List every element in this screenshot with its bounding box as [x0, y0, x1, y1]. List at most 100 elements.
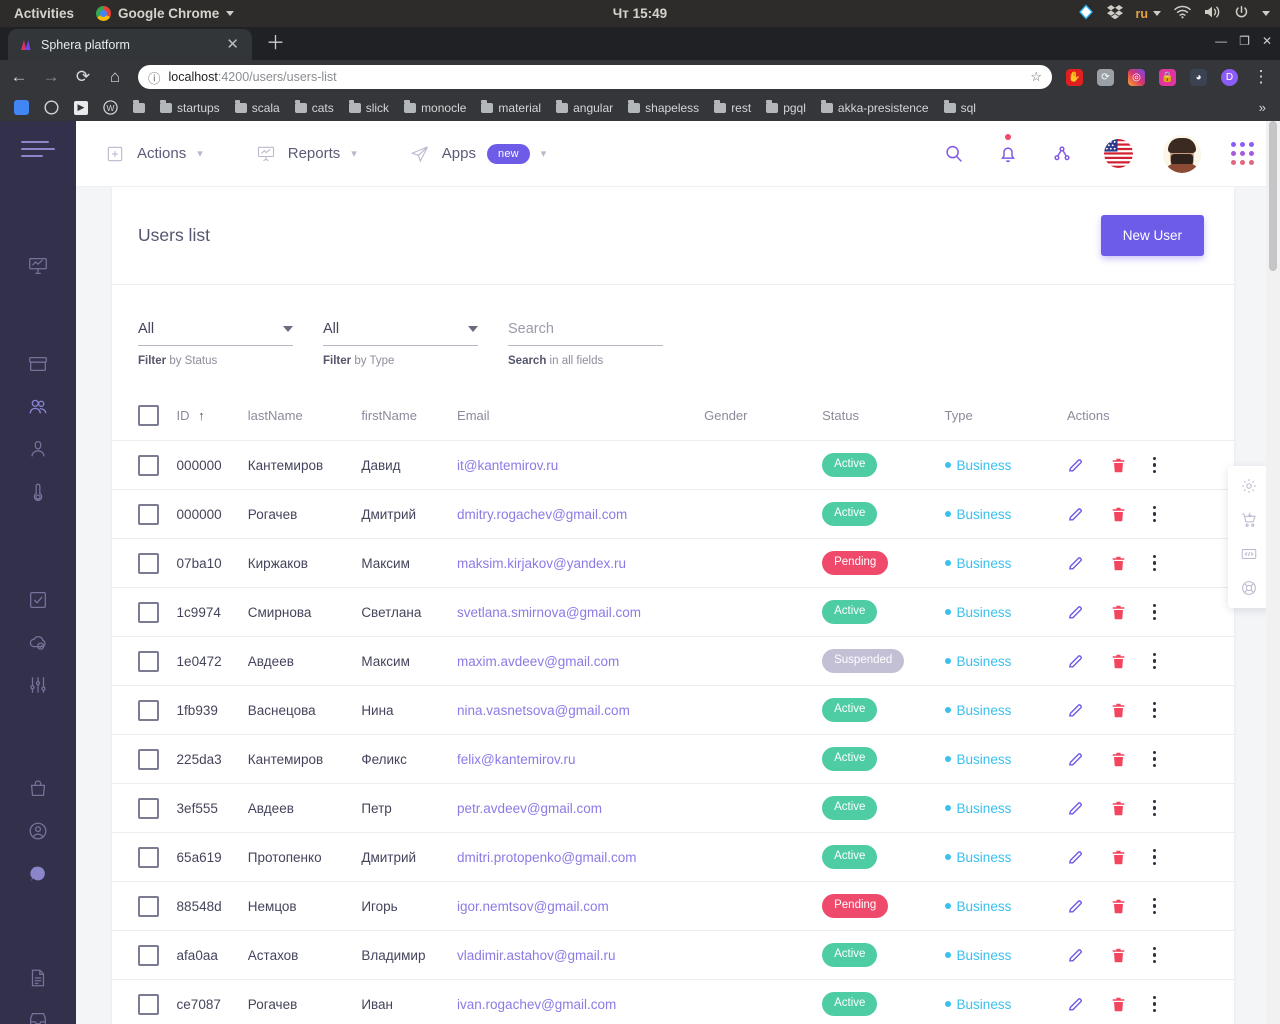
email-link[interactable]: ivan.rogachev@gmail.com — [457, 997, 616, 1012]
instagram-extension-icon[interactable]: ◎ — [1128, 68, 1145, 86]
table-row[interactable]: afa0aa Астахов Владимир vladimir.astahov@gm… — [112, 930, 1234, 980]
bookmark-folder[interactable]: material — [475, 99, 547, 117]
row-checkbox[interactable] — [138, 895, 159, 917]
more-options-icon[interactable] — [1152, 897, 1157, 915]
reload-button[interactable]: ⟳ — [74, 67, 92, 87]
scrollbar-thumb[interactable] — [1269, 121, 1277, 271]
forward-button[interactable]: → — [42, 67, 60, 87]
table-row[interactable]: 65a619 Протопенко Дмитрий dmitri.protopenko… — [112, 832, 1234, 882]
email-link[interactable]: igor.nemtsov@gmail.com — [457, 899, 609, 914]
col-header-email[interactable]: Email — [457, 393, 705, 441]
delete-icon[interactable] — [1110, 947, 1127, 964]
filter-type-select[interactable]: All — [323, 321, 478, 346]
sidebar-item-documents[interactable] — [16, 956, 60, 999]
edit-icon[interactable] — [1067, 506, 1084, 523]
search-field[interactable]: Search Search in all fields — [508, 321, 663, 367]
bookmark-folder[interactable]: akka-presistence — [815, 99, 935, 117]
content-scroll-area[interactable]: Users list New User All Filter by Status — [76, 187, 1280, 1024]
email-link[interactable]: dmitry.rogachev@gmail.com — [457, 507, 627, 522]
col-header-type[interactable]: Type — [944, 393, 1067, 441]
table-row[interactable]: 1fb939 Васнецова Нина nina.vasnetsova@gmail… — [112, 685, 1234, 735]
sidebar-item-users[interactable] — [16, 385, 60, 428]
close-window-button[interactable]: ✕ — [1262, 34, 1272, 48]
apps-grid-icon[interactable] — [1231, 142, 1254, 165]
email-link[interactable]: felix@kantemirov.ru — [457, 752, 576, 767]
email-link[interactable]: vladimir.astahov@gmail.ru — [457, 948, 616, 963]
sidebar-item-cloud-check[interactable] — [16, 621, 60, 664]
shield-extension-icon[interactable]: ⟳ — [1097, 68, 1114, 86]
bookmark-video-icon[interactable]: ▶ — [68, 99, 94, 117]
filter-status-select[interactable]: All — [138, 321, 293, 346]
bookmark-folder[interactable]: shapeless — [622, 99, 705, 117]
site-info-icon[interactable]: ⓘ — [148, 68, 161, 87]
bookmark-folder[interactable]: slick — [343, 99, 395, 117]
sidebar-item-tasks[interactable] — [16, 578, 60, 621]
bookmark-folder[interactable]: angular — [550, 99, 619, 117]
delete-icon[interactable] — [1110, 506, 1127, 523]
edit-icon[interactable] — [1067, 702, 1084, 719]
more-options-icon[interactable] — [1152, 848, 1157, 866]
email-link[interactable]: petr.avdeev@gmail.com — [457, 801, 602, 816]
adblock-extension-icon[interactable]: ✋ — [1066, 68, 1083, 86]
bookmark-folder[interactable]: rest — [708, 99, 757, 117]
table-row[interactable]: ce7087 Рогачев Иван ivan.rogachev@gmail.com… — [112, 979, 1234, 1024]
volume-icon[interactable] — [1204, 5, 1221, 22]
row-checkbox[interactable] — [138, 454, 159, 476]
row-checkbox[interactable] — [138, 846, 159, 868]
lifebuoy-icon[interactable] — [1239, 578, 1259, 598]
delete-icon[interactable] — [1110, 604, 1127, 621]
header-menu-apps[interactable]: Apps new ▾ — [409, 143, 546, 165]
bookmark-apps-icon[interactable] — [8, 98, 35, 117]
row-checkbox[interactable] — [138, 748, 159, 770]
more-options-icon[interactable] — [1152, 505, 1157, 523]
email-link[interactable]: svetlana.smirnova@gmail.com — [457, 605, 641, 620]
edit-icon[interactable] — [1067, 849, 1084, 866]
edit-icon[interactable] — [1067, 751, 1084, 768]
profile-avatar-button[interactable]: D — [1221, 68, 1238, 86]
minimize-button[interactable]: — — [1215, 34, 1227, 48]
email-link[interactable]: maksim.kirjakov@yandex.ru — [457, 556, 626, 571]
bookmark-folder[interactable]: monocle — [398, 99, 472, 117]
activities-button[interactable]: Activities — [10, 6, 74, 21]
maximize-button[interactable]: ❐ — [1239, 34, 1250, 48]
table-row[interactable]: 1c9974 Смирнова Светлана svetlana.smirnova@… — [112, 587, 1234, 637]
cart-icon[interactable] — [1239, 510, 1259, 530]
sidebar-item-settings-sliders[interactable] — [16, 664, 60, 707]
more-options-icon[interactable] — [1152, 652, 1157, 670]
avatar[interactable] — [1163, 134, 1201, 173]
menu-toggle-icon[interactable] — [21, 141, 55, 162]
power-icon[interactable] — [1234, 5, 1249, 23]
bell-icon[interactable] — [996, 133, 1020, 166]
row-checkbox[interactable] — [138, 552, 159, 574]
nextcloud-icon[interactable] — [1078, 4, 1094, 23]
bookmark-folder[interactable]: pgql — [760, 99, 812, 117]
more-options-icon[interactable] — [1152, 456, 1157, 474]
dropbox-icon[interactable] — [1106, 5, 1123, 22]
sidebar-item-thermometer[interactable] — [16, 471, 60, 514]
row-checkbox[interactable] — [138, 797, 159, 819]
search-input-wrap[interactable]: Search — [508, 321, 663, 346]
delete-icon[interactable] — [1110, 751, 1127, 768]
share-icon[interactable] — [1050, 142, 1074, 166]
table-row[interactable]: 07ba10 Киржаков Максим maksim.kirjakov@yand… — [112, 538, 1234, 588]
select-all-checkbox[interactable] — [138, 405, 159, 426]
privacy-extension-icon[interactable]: ◕ — [1190, 68, 1207, 86]
row-checkbox[interactable] — [138, 699, 159, 721]
sidebar-item-dashboard[interactable] — [16, 245, 60, 288]
gear-icon[interactable] — [1239, 476, 1259, 496]
row-checkbox[interactable] — [138, 601, 159, 623]
app-menu-chrome[interactable]: Google Chrome — [96, 6, 235, 21]
delete-icon[interactable] — [1110, 898, 1127, 915]
lock-extension-icon[interactable]: 🔒 — [1159, 68, 1176, 86]
bookmark-folder[interactable]: cats — [289, 99, 340, 117]
sidebar-item-account[interactable] — [16, 810, 60, 853]
bookmark-folder[interactable]: scala — [229, 99, 286, 117]
more-options-icon[interactable] — [1152, 554, 1157, 572]
edit-icon[interactable] — [1067, 800, 1084, 817]
table-row[interactable]: 225da3 Кантемиров Феликс felix@kantemirov.r… — [112, 734, 1234, 784]
col-header-status[interactable]: Status — [822, 393, 945, 441]
email-link[interactable]: dmitri.protopenko@gmail.com — [457, 850, 637, 865]
delete-icon[interactable] — [1110, 849, 1127, 866]
filter-status[interactable]: All Filter by Status — [138, 321, 293, 367]
bookmark-folder-unnamed[interactable] — [127, 100, 151, 115]
